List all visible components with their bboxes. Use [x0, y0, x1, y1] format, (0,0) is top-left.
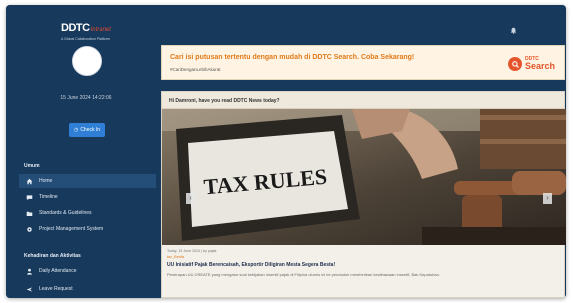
sidebar-item-home[interactable]: Home — [19, 174, 156, 188]
sidebar-item-label: Home — [39, 178, 53, 184]
sidebar-item-standards[interactable]: Standards & Guidelines — [19, 206, 156, 220]
sidebar-item-label: Project Management System — [39, 226, 104, 232]
sidebar: DDTCIntranet A Global Collaboration Plat… — [6, 5, 156, 298]
plane-icon — [25, 285, 33, 293]
banner-hashtag: #CariDenganLebihAkurat — [170, 67, 221, 72]
chat-icon — [25, 193, 33, 201]
bell-icon[interactable] — [510, 21, 518, 34]
app-window: DDTCIntranet A Global Collaboration Plat… — [6, 5, 566, 298]
ddtc-logo[interactable]: DDTCIntranet A Global Collaboration Plat… — [61, 18, 121, 41]
sidebar-item-label: Daily Attendance — [39, 268, 77, 274]
search-logo-icon — [508, 57, 522, 71]
folder-icon — [25, 209, 33, 217]
gear-icon — [25, 225, 33, 233]
news-category: tax_Berita — [167, 255, 185, 259]
logo-main: DDTC — [61, 22, 90, 34]
home-icon — [25, 177, 33, 185]
avatar[interactable] — [72, 46, 102, 76]
sidebar-item-project-management[interactable]: Project Management System — [19, 222, 156, 236]
check-in-button[interactable]: ◷ Check In — [69, 123, 105, 137]
person-icon — [25, 267, 33, 275]
check-in-label: Check In — [80, 127, 101, 133]
logo-tagline: A Global Collaboration Platform — [61, 37, 110, 41]
search-logo-bottom: Search — [525, 61, 556, 71]
news-image[interactable]: TAX RULES — [162, 109, 566, 245]
sidebar-item-daily-attendance[interactable]: Daily Attendance — [19, 264, 156, 278]
sidebar-item-label: Standards & Guidelines — [39, 210, 92, 216]
banner-title: Cari isi putusan tertentu dengan mudah d… — [170, 54, 415, 61]
news-card: Hi Damroni, have you read DDTC News toda… — [161, 91, 566, 298]
news-meta: Today, 15 June 2024 | by pajak — [167, 249, 217, 253]
prev-slide-button[interactable]: ‹ — [186, 193, 195, 204]
sidebar-item-timeline[interactable]: Timeline — [19, 190, 156, 204]
sidebar-item-label: Timeline — [39, 194, 58, 200]
section-general-label: Umum — [24, 163, 40, 169]
ddtc-search-banner[interactable]: Cari isi putusan tertentu dengan mudah d… — [161, 45, 565, 80]
sidebar-item-label: Leave Request — [39, 286, 73, 292]
news-excerpt: Penerapan UU CREATE yang mengatur soal k… — [167, 272, 440, 277]
clock-icon: ◷ — [73, 127, 79, 133]
logo-sub: Intranet — [90, 27, 111, 33]
sidebar-item-leave-request[interactable]: Leave Request — [19, 282, 156, 296]
news-greeting: Hi Damroni, have you read DDTC News toda… — [162, 92, 564, 109]
section-attendance-label: Kehadiran dan Aktivitas — [24, 253, 81, 259]
main-content: Cari isi putusan tertentu dengan mudah d… — [156, 5, 566, 298]
next-slide-button[interactable]: › — [543, 193, 552, 204]
ddtc-search-logo: DDTC Search — [508, 53, 558, 75]
current-datetime: 15 June 2024 14:22:06 — [60, 95, 112, 101]
news-title[interactable]: UU Inisiatif Pajak Berencaisah, Eksporti… — [167, 262, 335, 268]
